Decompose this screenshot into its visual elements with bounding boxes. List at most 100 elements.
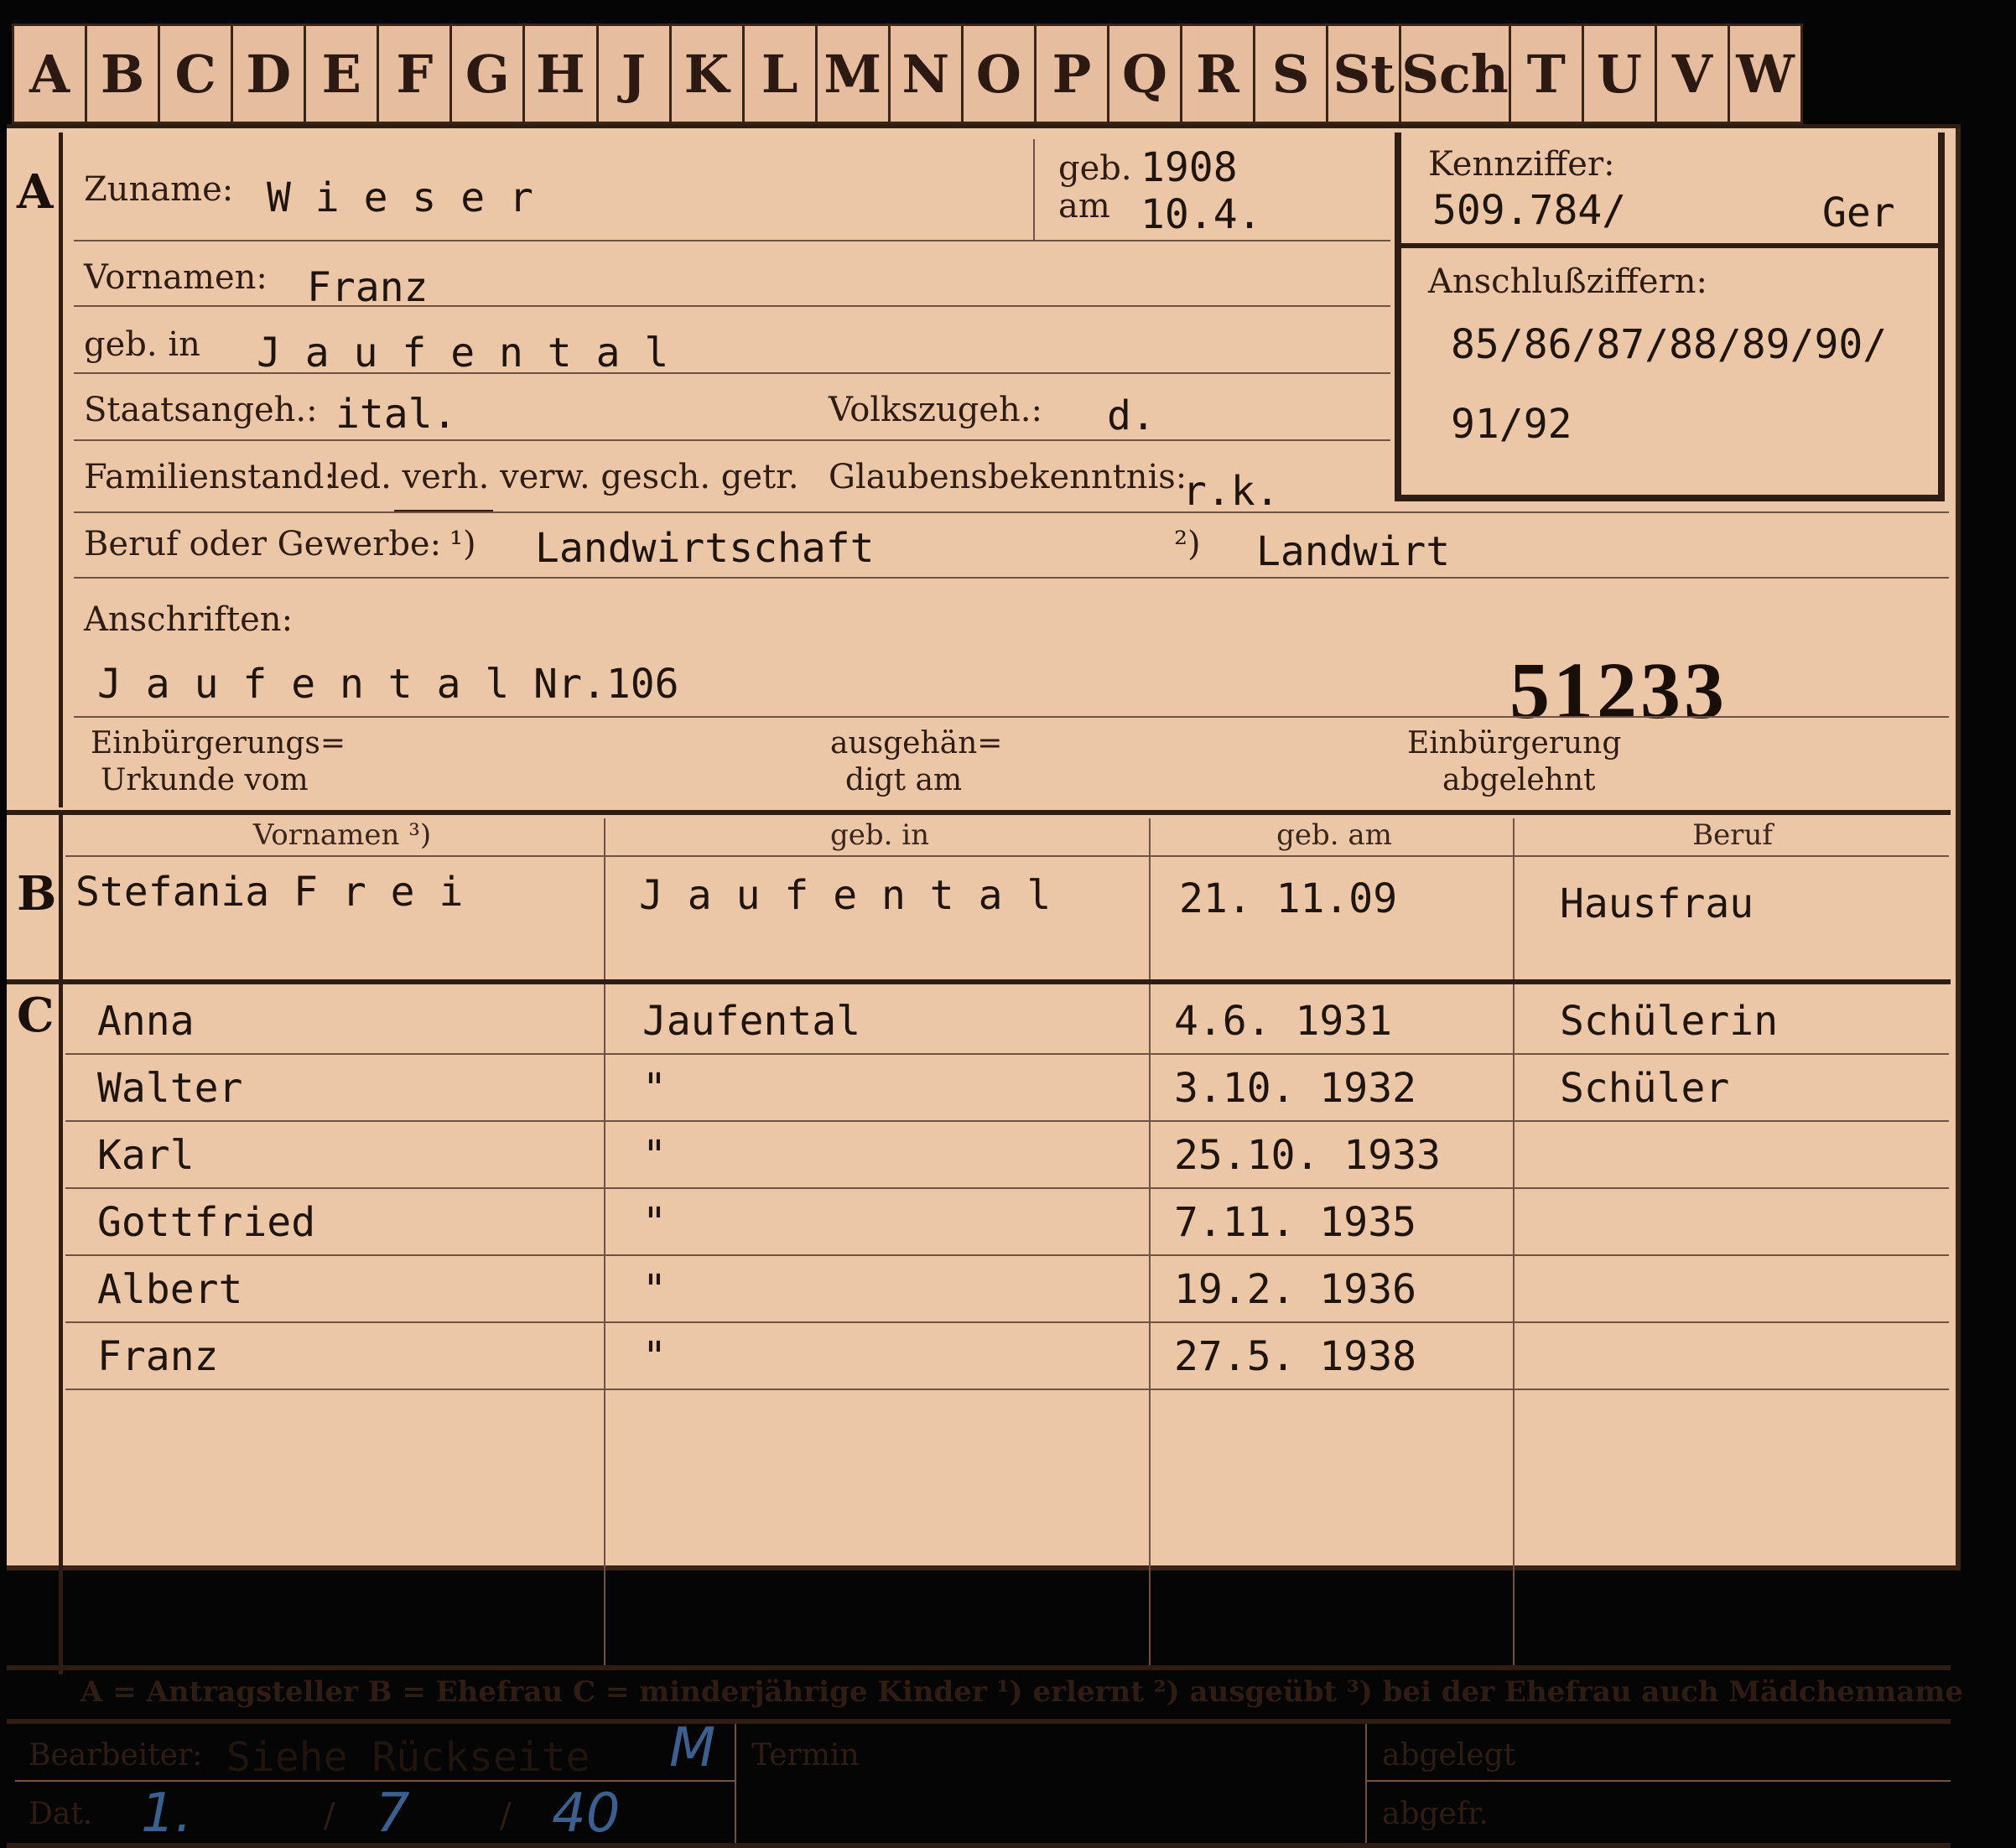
familienstand-label: Familienstand:: [84, 458, 335, 496]
staatsangeh-value: ital.: [335, 391, 457, 438]
child-place: Jaufental: [642, 998, 861, 1045]
table-row-divider: [65, 1053, 1949, 1055]
spouse-vornamen: Stefania F r e i: [75, 869, 464, 916]
abgelegt-label: abgelegt: [1382, 1738, 1516, 1773]
spouse-geb-in: J a u f e n t a l: [639, 872, 1052, 919]
alphabet-tab: E: [306, 26, 380, 122]
alphabet-tab: K: [672, 26, 745, 122]
abgefr-label: abgefr.: [1382, 1797, 1489, 1831]
table-row-divider: [65, 1254, 1949, 1256]
divider: [1149, 818, 1151, 1665]
divider: [1365, 1724, 1367, 1843]
anschriften-label: Anschriften:: [84, 600, 294, 639]
divider: [74, 439, 1390, 441]
child-place: ": [642, 1132, 667, 1179]
child-birth-date: 3.10. 1932: [1174, 1065, 1416, 1112]
divider: [1513, 818, 1515, 1665]
child-birth-date: 7.11. 1935: [1174, 1199, 1416, 1246]
beruf-marker-2: ²): [1174, 525, 1201, 563]
alphabet-tab: M: [818, 26, 891, 122]
divider: [15, 1780, 735, 1782]
alphabet-tab: D: [233, 26, 307, 122]
vornamen-value: Franz: [307, 264, 429, 311]
divider: [7, 1665, 1951, 1670]
divider: [1033, 139, 1035, 240]
child-beruf: Schülerin: [1560, 998, 1779, 1045]
child-name: Gottfried: [97, 1199, 316, 1246]
einbuergerung-label: Einbürgerung: [1407, 726, 1622, 760]
geb-in-value: J a u f e n t a l: [257, 330, 669, 376]
divider: [74, 305, 1390, 307]
birth-year: 1908: [1140, 144, 1238, 191]
birth-date: 10.4.: [1140, 191, 1262, 238]
alphabet-tab: W: [1736, 43, 1795, 105]
anschlussziffern-line1: 85/86/87/88/89/90/: [1451, 321, 1888, 368]
divider: [74, 716, 1949, 718]
divider: [74, 511, 1949, 513]
alphabet-tab: S: [1255, 26, 1329, 122]
child-name: Albert: [97, 1266, 243, 1313]
anschlussziffern-label: Anschlußziffern:: [1428, 262, 1707, 301]
child-beruf: Schüler: [1560, 1065, 1730, 1112]
alphabet-tab: R: [1182, 26, 1256, 122]
spouse-col-geb-am: geb. am: [1276, 818, 1392, 852]
child-birth-date: 4.6. 1931: [1174, 998, 1393, 1045]
child-name: Karl: [97, 1132, 195, 1179]
dat-label: Dat.: [29, 1797, 93, 1831]
zuname-value: W i e s e r: [267, 174, 533, 221]
bearbeiter-label: Bearbeiter:: [29, 1738, 203, 1773]
abgelehnt-label: abgelehnt: [1442, 763, 1596, 797]
geb-in-label: geb. in: [84, 325, 200, 364]
divider: [74, 240, 1390, 241]
record-card: A Zuname: W i e s e r geb. am 1908 10.4.…: [7, 124, 1963, 1848]
divider: [7, 124, 1961, 128]
kennziffer-value: 509.784/: [1432, 187, 1627, 234]
child-place: ": [642, 1199, 667, 1246]
volkszugeh-label: Volkszugeh.:: [829, 391, 1042, 429]
beruf-ausgeuebt-value: Landwirt: [1256, 528, 1451, 575]
alphabet-tab: St: [1328, 26, 1402, 122]
beruf-marker-1: ¹): [449, 525, 476, 563]
divider: [74, 372, 1390, 374]
divider: [7, 1719, 1951, 1724]
anschlussziffern-line2: 91/92: [1451, 401, 1572, 448]
staatsangeh-label: Staatsangeh.:: [84, 391, 318, 429]
kennziffer-suffix: Ger: [1822, 189, 1895, 236]
ausgehaen-label: ausgehän=: [830, 726, 1003, 760]
geb-label: geb.: [1058, 149, 1132, 188]
table-row-divider: [65, 1120, 1949, 1122]
divider: [1365, 1780, 1951, 1782]
digt-am-label: digt am: [845, 763, 963, 797]
beruf-label: Beruf oder Gewerbe:: [84, 525, 442, 563]
alphabet-tab: C: [160, 26, 234, 122]
spouse-beruf: Hausfrau: [1560, 880, 1754, 927]
table-row-divider: [65, 1187, 1949, 1189]
date-separator: /: [500, 1797, 512, 1835]
spouse-col-beruf: Beruf: [1692, 818, 1773, 852]
divider: [74, 577, 1949, 579]
glaubensbekenntnis-value: r.k.: [1182, 468, 1280, 515]
divider: [65, 855, 1949, 857]
date-separator: /: [324, 1797, 335, 1835]
alphabet-tab: N: [891, 26, 964, 122]
zuname-label: Zuname:: [84, 170, 234, 209]
divider: [7, 810, 1951, 815]
spouse-geb-am: 21. 11.09: [1179, 875, 1398, 922]
kennziffer-label: Kennziffer:: [1428, 145, 1615, 184]
familienstand-options: led. verh. verw. gesch. getr.: [329, 458, 799, 496]
dat-year: 40: [552, 1783, 621, 1845]
bearbeiter-value: Siehe Rückseite: [226, 1734, 590, 1781]
dat-month: 7: [376, 1783, 410, 1845]
legend: A = Antragsteller B = Ehefrau C = minder…: [81, 1675, 1963, 1709]
child-place: ": [642, 1266, 667, 1313]
divider: [604, 818, 605, 1665]
section-letter-b: B: [17, 866, 57, 921]
alphabet-tab: P: [1037, 26, 1109, 122]
divider: [59, 132, 63, 807]
child-birth-date: 19.2. 1936: [1174, 1266, 1416, 1313]
alphabet-tab: L: [745, 26, 818, 122]
termin-label: Termin: [751, 1738, 860, 1773]
child-place: ": [642, 1333, 667, 1380]
child-name: Franz: [97, 1333, 219, 1380]
alphabet-tab: H: [525, 26, 599, 122]
